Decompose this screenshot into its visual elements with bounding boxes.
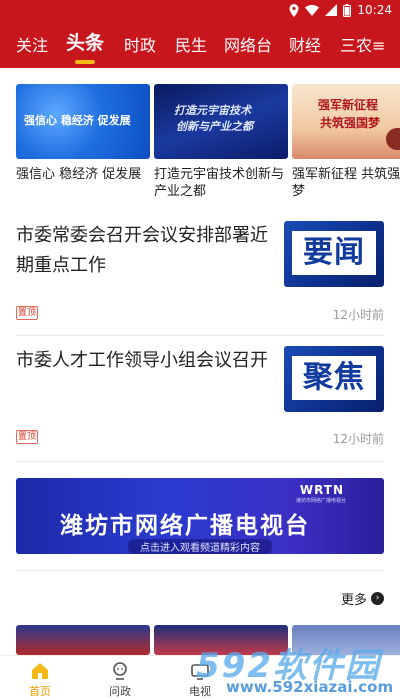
pinned-badge: 置顶	[16, 306, 38, 320]
active-tab-indicator	[75, 60, 95, 64]
news-time: 12小时前	[332, 432, 384, 446]
battery-icon	[343, 3, 352, 17]
divider	[16, 335, 384, 336]
banner-caption: 强信心 稳经济 促发展	[16, 167, 142, 182]
banner-image: 打造元宇宙技术 创新与产业之都	[154, 84, 288, 159]
news-time: 12小时前	[332, 308, 384, 322]
promo-subtitle: 点击进入观看频道精彩内容	[128, 539, 272, 554]
tab-guanzhu[interactable]: 关注	[16, 36, 48, 56]
status-time: 10:24	[357, 3, 392, 17]
tab-caijing[interactable]: 财经	[289, 36, 321, 56]
tab-toutiao[interactable]: 头条	[66, 33, 104, 53]
watermark-url: www.592xiazai.com	[226, 678, 394, 696]
thumbnail-label: 聚焦	[292, 356, 376, 400]
chevron-right-icon: ›	[371, 592, 384, 605]
live-tv-banner[interactable]: WRTN 潍坊市网络广播电视台 潍坊市网络广播电视台 点击进入观看频道精彩内容	[16, 478, 384, 554]
promo-brand: WRTN	[299, 483, 344, 497]
banner-carousel: 强信心 稳经济 促发展 强信心 稳经济 促发展 打造元宇宙技术 创新与产业之都 …	[16, 84, 400, 204]
banner-image: 强信心 稳经济 促发展	[16, 84, 150, 159]
home-icon	[32, 663, 48, 679]
thumbnail-label: 要闻	[292, 231, 376, 275]
divider	[16, 461, 384, 462]
pinned-badge: 置顶	[16, 430, 38, 444]
tab-wangluotai[interactable]: 网络台	[224, 36, 272, 56]
video-thumbnail[interactable]	[16, 625, 150, 655]
tab-minsheng[interactable]: 民生	[175, 36, 207, 56]
banner-card[interactable]: 强信心 稳经济 促发展 强信心 稳经济 促发展	[16, 84, 150, 183]
promo-title: 潍坊市网络广播电视台	[60, 513, 310, 539]
banner-card[interactable]: 打造元宇宙技术 创新与产业之都 打造元宇宙技术创新与产业之都	[154, 84, 288, 200]
news-title[interactable]: 市委常委会召开会议安排部署近期重点工作	[16, 221, 271, 281]
more-link[interactable]: 更多 ›	[341, 589, 384, 608]
banner-image: 强军新征程 共筑强国梦	[292, 84, 400, 159]
banner-image-text-1: 强军新征程	[318, 98, 379, 112]
banner-image-text-1: 打造元宇宙技术	[174, 104, 251, 117]
news-item[interactable]: 市委人才工作领导小组会议召开 聚焦 置顶 12小时前	[16, 346, 384, 456]
channel-tab-bar: 关注 头条 时政 民生 网络台 财经 三农≡	[0, 22, 400, 68]
tab-sannong-menu[interactable]: 三农≡	[340, 36, 385, 56]
status-bar: 10:24	[0, 0, 400, 22]
banner-caption: 打造元宇宙技术创新与产业之都	[154, 167, 285, 199]
wifi-icon	[305, 4, 320, 16]
tab-shizheng[interactable]: 时政	[124, 36, 156, 56]
news-thumbnail[interactable]: 要闻	[284, 221, 384, 287]
banner-image-text: 强信心 稳经济 促发展	[24, 114, 131, 127]
inquiry-icon	[113, 662, 127, 680]
promo-brand-sub: 潍坊市网络广播电视台	[295, 498, 346, 504]
site-watermark: 592软件园 www.592xiazai.com	[196, 638, 396, 696]
signal-icon	[325, 4, 338, 16]
more-label: 更多	[340, 593, 367, 608]
divider	[16, 570, 384, 571]
news-thumbnail[interactable]: 聚焦	[284, 346, 384, 412]
banner-caption: 强军新征程 共筑强国梦	[292, 167, 400, 199]
status-icons: 10:24	[289, 3, 392, 17]
nav-inquiry-label: 问政	[109, 685, 131, 698]
location-icon	[289, 3, 299, 17]
banner-card[interactable]: 强军新征程 共筑强国梦 强军新征程 共筑强国梦	[292, 84, 400, 200]
banner-image-text-2: 创新与产业之都	[176, 120, 253, 133]
nav-home[interactable]: 首页	[10, 661, 70, 699]
nav-inquiry[interactable]: 问政	[90, 661, 150, 699]
nav-home-label: 首页	[29, 685, 51, 698]
banner-image-text-2: 共筑强国梦	[320, 116, 381, 130]
news-title[interactable]: 市委人才工作领导小组会议召开	[16, 346, 271, 376]
news-item[interactable]: 市委常委会召开会议安排部署近期重点工作 要闻 置顶 12小时前	[16, 221, 384, 331]
